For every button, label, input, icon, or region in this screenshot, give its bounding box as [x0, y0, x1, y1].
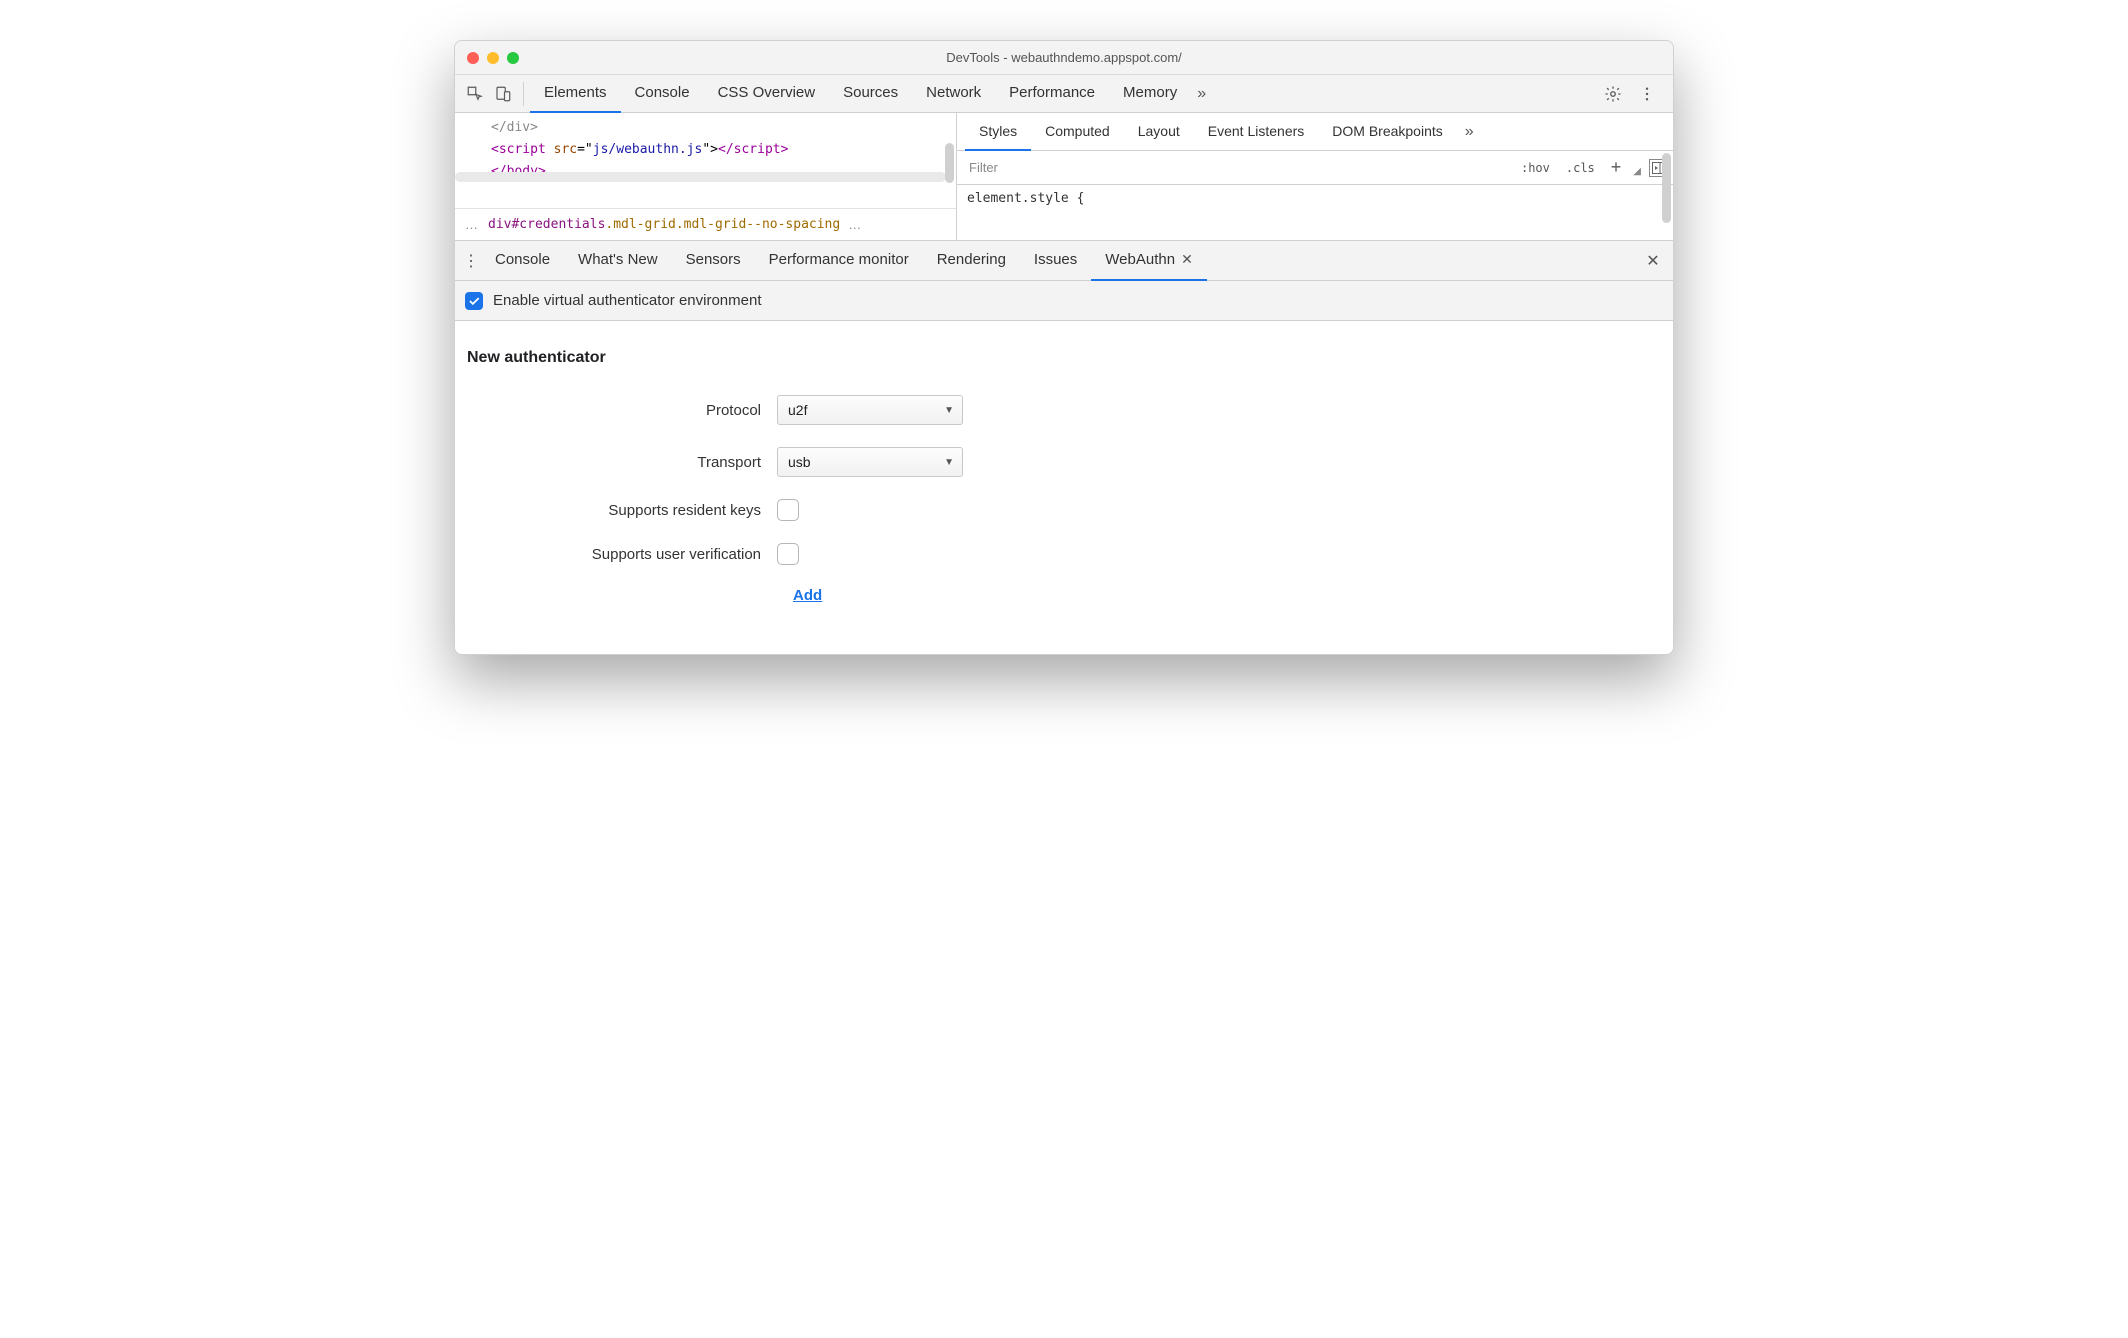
stab-event-listeners[interactable]: Event Listeners — [1194, 113, 1319, 151]
styles-filter-input[interactable] — [963, 156, 1509, 180]
drawer-menu-icon[interactable]: ⋮ — [461, 251, 481, 271]
horizontal-scrollbar[interactable] — [455, 172, 946, 182]
drawer-tabbar: ⋮ Console What's New Sensors Performance… — [455, 241, 1673, 281]
tab-memory[interactable]: Memory — [1109, 75, 1191, 113]
dom-line: <script — [491, 142, 554, 157]
dom-line: </div> — [491, 120, 538, 135]
stab-layout[interactable]: Layout — [1124, 113, 1194, 151]
dtab-performance-monitor[interactable]: Performance monitor — [755, 241, 923, 281]
add-authenticator-button[interactable]: Add — [793, 587, 1661, 604]
breadcrumb: … div#credentials.mdl-grid.mdl-grid--no-… — [455, 208, 956, 240]
more-tabs-icon[interactable]: » — [1191, 85, 1212, 103]
dom-pane: </div> <script src="js/webauthn.js"></sc… — [455, 113, 957, 240]
settings-icon[interactable] — [1599, 80, 1627, 108]
new-style-rule-icon[interactable]: + — [1607, 157, 1626, 178]
tab-console[interactable]: Console — [621, 75, 704, 113]
more-styles-tabs-icon[interactable]: » — [1457, 123, 1482, 141]
dtab-sensors[interactable]: Sensors — [672, 241, 755, 281]
styles-pane: Styles Computed Layout Event Listeners D… — [957, 113, 1673, 240]
minimize-window-button[interactable] — [487, 52, 499, 64]
main-tabbar: Elements Console CSS Overview Sources Ne… — [455, 75, 1673, 113]
stab-styles[interactable]: Styles — [965, 113, 1031, 151]
zoom-window-button[interactable] — [507, 52, 519, 64]
styles-filter-row: :hov .cls + ◢ — [957, 151, 1673, 185]
devtools-window: DevTools - webauthndemo.appspot.com/ Ele… — [454, 40, 1674, 655]
close-tab-icon[interactable]: ✕ — [1181, 251, 1193, 268]
tab-network[interactable]: Network — [912, 75, 995, 113]
device-toggle-icon[interactable] — [489, 80, 517, 108]
dtab-rendering[interactable]: Rendering — [923, 241, 1020, 281]
tab-sources[interactable]: Sources — [829, 75, 912, 113]
titlebar: DevTools - webauthndemo.appspot.com/ — [455, 41, 1673, 75]
enable-label: Enable virtual authenticator environment — [493, 292, 762, 309]
dtab-webauthn-label: WebAuthn — [1105, 251, 1175, 268]
transport-label: Transport — [467, 454, 777, 471]
protocol-label: Protocol — [467, 402, 777, 419]
resident-keys-label: Supports resident keys — [467, 502, 777, 519]
row-user-verification: Supports user verification — [467, 543, 1661, 565]
window-title: DevTools - webauthndemo.appspot.com/ — [455, 50, 1673, 65]
inspect-icon[interactable] — [461, 80, 489, 108]
dom-tree[interactable]: </div> <script src="js/webauthn.js"></sc… — [455, 113, 956, 208]
dtab-issues[interactable]: Issues — [1020, 241, 1091, 281]
breadcrumb-ellipsis-left[interactable]: … — [465, 217, 480, 232]
chevron-down-icon: ▼ — [944, 405, 954, 416]
chevron-down-icon: ▼ — [944, 457, 954, 468]
kebab-menu-icon[interactable] — [1633, 80, 1661, 108]
dtab-console[interactable]: Console — [481, 241, 564, 281]
vertical-scrollbar[interactable] — [945, 143, 954, 183]
style-rule[interactable]: element.style { — [957, 185, 1673, 212]
traffic-lights — [467, 52, 519, 64]
enable-virtual-auth-checkbox[interactable] — [465, 292, 483, 310]
row-resident-keys: Supports resident keys — [467, 499, 1661, 521]
styles-tabbar: Styles Computed Layout Event Listeners D… — [957, 113, 1673, 151]
breadcrumb-path[interactable]: div#credentials.mdl-grid.mdl-grid--no-sp… — [488, 217, 840, 232]
breadcrumb-ellipsis-right[interactable]: … — [848, 217, 863, 232]
close-window-button[interactable] — [467, 52, 479, 64]
close-drawer-icon[interactable]: ✕ — [1639, 251, 1667, 271]
transport-value: usb — [788, 454, 811, 470]
user-verification-label: Supports user verification — [467, 546, 777, 563]
divider — [523, 82, 524, 106]
row-transport: Transport usb ▼ — [467, 447, 1661, 477]
enable-bar: Enable virtual authenticator environment — [455, 281, 1673, 321]
vertical-scrollbar[interactable] — [1662, 153, 1671, 223]
new-authenticator-heading: New authenticator — [467, 349, 1661, 367]
webauthn-panel: New authenticator Protocol u2f ▼ Transpo… — [455, 321, 1673, 654]
corner-resize-icon[interactable]: ◢ — [1633, 166, 1641, 177]
stab-dom-breakpoints[interactable]: DOM Breakpoints — [1318, 113, 1456, 151]
tab-css-overview[interactable]: CSS Overview — [704, 75, 830, 113]
transport-select[interactable]: usb ▼ — [777, 447, 963, 477]
dtab-whats-new[interactable]: What's New — [564, 241, 672, 281]
cls-toggle[interactable]: .cls — [1562, 161, 1599, 175]
row-protocol: Protocol u2f ▼ — [467, 395, 1661, 425]
protocol-value: u2f — [788, 402, 807, 418]
tab-elements[interactable]: Elements — [530, 75, 621, 113]
user-verification-checkbox[interactable] — [777, 543, 799, 565]
elements-split: </div> <script src="js/webauthn.js"></sc… — [455, 113, 1673, 241]
tab-performance[interactable]: Performance — [995, 75, 1109, 113]
stab-computed[interactable]: Computed — [1031, 113, 1124, 151]
dtab-webauthn[interactable]: WebAuthn ✕ — [1091, 241, 1207, 281]
hov-toggle[interactable]: :hov — [1517, 161, 1554, 175]
resident-keys-checkbox[interactable] — [777, 499, 799, 521]
protocol-select[interactable]: u2f ▼ — [777, 395, 963, 425]
